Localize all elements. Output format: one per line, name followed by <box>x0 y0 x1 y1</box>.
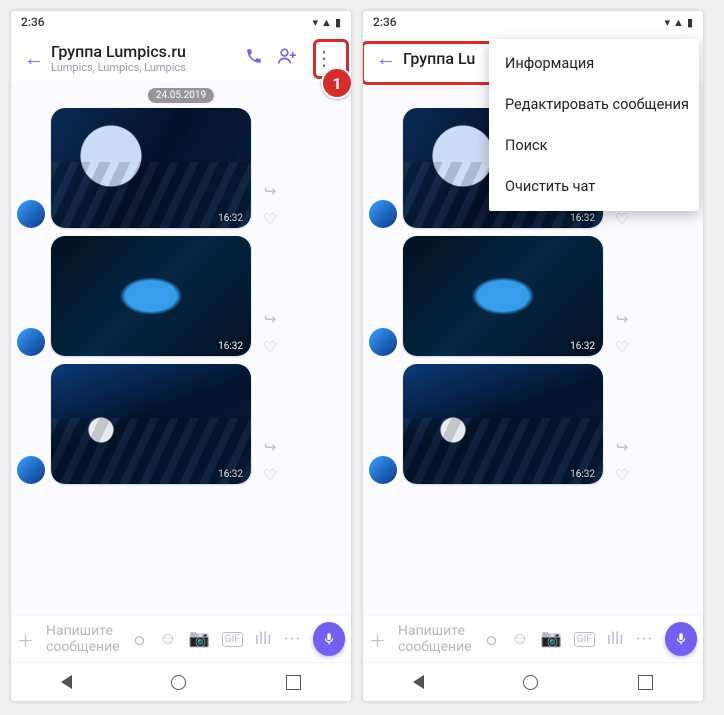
cat-sticker-icon[interactable]: ㅇ <box>132 627 148 652</box>
message-row: 16:32 ↪ ♡ <box>17 108 345 228</box>
message-image[interactable]: 16:32 <box>403 364 603 484</box>
reaction-column: ↪ ♡ <box>257 182 283 228</box>
heart-icon[interactable]: ♡ <box>263 338 276 356</box>
camera-icon[interactable]: 📷 <box>541 629 562 649</box>
message-time: 16:32 <box>570 469 595 480</box>
message-input[interactable]: Напишите сообщение <box>398 623 472 655</box>
nav-home[interactable] <box>171 675 186 690</box>
signal-icon: ▲ <box>321 16 332 29</box>
heart-icon[interactable]: ♡ <box>263 466 276 484</box>
message-time: 16:32 <box>570 213 595 224</box>
heart-icon[interactable]: ♡ <box>615 210 628 228</box>
annotation-badge-1: 1 <box>321 67 352 99</box>
wifi-icon: ▾ <box>665 16 671 29</box>
message-time: 16:32 <box>218 213 243 224</box>
status-icons: ▾ ▲ ▮ <box>313 16 341 29</box>
avatar[interactable] <box>17 200 45 228</box>
signal-icon: ▲ <box>673 16 684 29</box>
appbar-actions <box>245 45 345 71</box>
chat-area[interactable]: 24.05.2019 16:32 ↪ ♡ 16:32 ↪ ♡ 1 <box>11 84 351 615</box>
status-icons: ▾ ▲ ▮ <box>665 16 693 29</box>
heart-icon[interactable]: ♡ <box>615 466 628 484</box>
more-input-icon[interactable]: ⋯ <box>636 629 653 649</box>
audio-icon[interactable]: ıllı <box>607 629 624 649</box>
chat-subtitle: Lumpics, Lumpics, Lumpics <box>51 61 245 74</box>
message-image[interactable]: 16:32 <box>51 236 251 356</box>
avatar[interactable] <box>17 328 45 356</box>
attach-icon[interactable]: ＋ <box>369 627 386 652</box>
mic-button[interactable] <box>313 622 345 656</box>
mic-button[interactable] <box>665 622 697 656</box>
reaction-column: ↪ ♡ <box>257 310 283 356</box>
message-time: 16:32 <box>218 469 243 480</box>
menu-item-clear[interactable]: Очистить чат <box>489 166 699 207</box>
attach-icon[interactable]: ＋ <box>17 627 34 652</box>
status-bar: 2:36 ▾ ▲ ▮ <box>11 11 351 33</box>
message-row: 16:32 ↪ ♡ <box>17 364 345 484</box>
chat-title: Группа Lumpics.ru <box>51 42 245 61</box>
emoji-icon[interactable]: ☺ <box>511 629 528 649</box>
avatar[interactable] <box>369 456 397 484</box>
battery-icon: ▮ <box>687 16 693 29</box>
avatar[interactable] <box>369 328 397 356</box>
date-badge: 24.05.2019 <box>148 88 214 103</box>
share-icon[interactable]: ↪ <box>616 310 629 328</box>
emoji-icon[interactable]: ☺ <box>159 629 176 649</box>
message-row: 16:32 ↪ ♡ <box>369 364 697 484</box>
nav-recent[interactable] <box>638 675 653 690</box>
message-input[interactable]: Напишите сообщение <box>46 623 120 655</box>
call-icon[interactable] <box>245 47 263 70</box>
message-time: 16:32 <box>218 341 243 352</box>
android-nav-bar <box>11 662 351 701</box>
nav-back[interactable] <box>413 675 424 689</box>
message-image[interactable]: 16:32 <box>403 236 603 356</box>
share-icon[interactable]: ↪ <box>264 438 277 456</box>
gif-icon[interactable]: GIF <box>574 632 595 647</box>
app-bar: ← Группа Lumpics.ru Lumpics, Lumpics, Lu… <box>11 33 351 84</box>
nav-recent[interactable] <box>286 675 301 690</box>
status-time: 2:36 <box>373 15 397 29</box>
back-icon[interactable]: ← <box>369 46 403 71</box>
status-time: 2:36 <box>21 15 45 29</box>
message-time: 16:32 <box>570 341 595 352</box>
share-icon[interactable]: ↪ <box>616 438 629 456</box>
message-image[interactable]: 16:32 <box>51 108 251 228</box>
share-icon[interactable]: ↪ <box>264 310 277 328</box>
menu-item-info[interactable]: Информация <box>489 43 699 84</box>
heart-icon[interactable]: ♡ <box>263 210 276 228</box>
android-nav-bar <box>363 662 703 701</box>
cat-sticker-icon[interactable]: ㅇ <box>484 627 500 652</box>
phone-screen-left: 2:36 ▾ ▲ ▮ ← Группа Lumpics.ru Lumpics, … <box>10 10 352 702</box>
message-image[interactable]: 16:32 <box>51 364 251 484</box>
add-user-icon[interactable] <box>277 46 297 71</box>
nav-home[interactable] <box>523 675 538 690</box>
menu-item-search[interactable]: Поиск <box>489 125 699 166</box>
heart-icon[interactable]: ♡ <box>615 338 628 356</box>
gif-icon[interactable]: GIF <box>222 632 243 647</box>
reaction-column: ↪ ♡ <box>257 438 283 484</box>
audio-icon[interactable]: ıllı <box>255 629 272 649</box>
options-menu: Информация Редактировать сообщения Поиск… <box>489 39 699 211</box>
input-bar: ＋ Напишите сообщение ㅇ ☺ 📷 GIF ıllı ⋯ <box>11 615 351 662</box>
input-bar: ＋ Напишите сообщение ㅇ ☺ 📷 GIF ıllı ⋯ <box>363 615 703 662</box>
avatar[interactable] <box>369 200 397 228</box>
menu-item-edit[interactable]: Редактировать сообщения <box>489 84 699 125</box>
more-icon <box>314 46 334 70</box>
message-row: 16:32 ↪ ♡ <box>369 236 697 356</box>
camera-icon[interactable]: 📷 <box>189 629 210 649</box>
message-row: 16:32 ↪ ♡ <box>17 236 345 356</box>
back-icon[interactable]: ← <box>17 46 51 71</box>
title-block[interactable]: Группа Lumpics.ru Lumpics, Lumpics, Lump… <box>51 42 245 74</box>
battery-icon: ▮ <box>335 16 341 29</box>
nav-back[interactable] <box>61 675 72 689</box>
wifi-icon: ▾ <box>313 16 319 29</box>
status-bar: 2:36 ▾ ▲ ▮ <box>363 11 703 33</box>
phone-screen-right: 2:36 ▾ ▲ ▮ ← Группа Lu Информация Редакт… <box>362 10 704 702</box>
share-icon[interactable]: ↪ <box>264 182 277 200</box>
more-input-icon[interactable]: ⋯ <box>284 629 301 649</box>
avatar[interactable] <box>17 456 45 484</box>
